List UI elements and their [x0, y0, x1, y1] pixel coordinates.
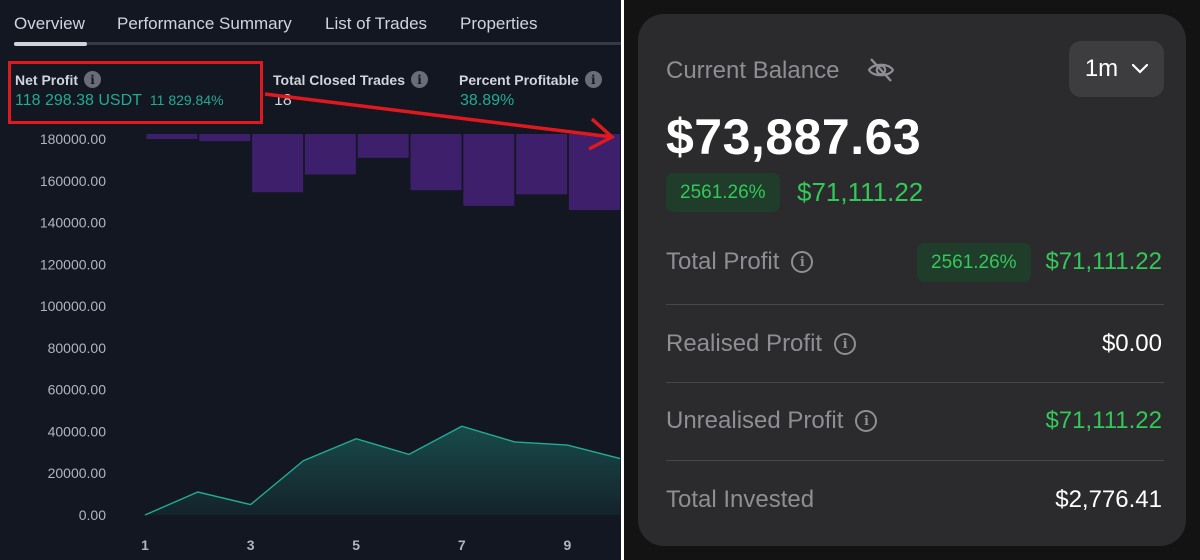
- tab-performance-summary[interactable]: Performance Summary: [117, 14, 292, 34]
- y-tick-label: 80000.00: [48, 340, 107, 356]
- total-invested-label: Total Invested: [666, 486, 815, 513]
- drawdown-bar: [410, 134, 462, 191]
- strategy-report-panel: Overview Performance Summary List of Tra…: [0, 0, 621, 560]
- total-profit-label: Total Profit i: [666, 248, 814, 276]
- realised-profit-value: $0.00: [1101, 330, 1162, 357]
- row-divider: [666, 382, 1164, 383]
- drawdown-bar: [568, 134, 620, 211]
- y-tick-label: 180000.00: [40, 131, 106, 147]
- x-tick-label: 7: [458, 537, 466, 553]
- unrealised-profit-label: Unrealised Profit i: [666, 407, 878, 435]
- report-tabs: Overview Performance Summary List of Tra…: [0, 0, 621, 47]
- balance-change-value: $71,111.22: [797, 177, 924, 207]
- total-profit-badge: 2561.26%: [917, 243, 1031, 282]
- unrealised-profit-value: $71,111.22: [1045, 407, 1162, 434]
- info-icon[interactable]: i: [411, 71, 428, 88]
- total-invested-value: $2,776.41: [1055, 486, 1162, 513]
- y-tick-label: 60000.00: [48, 382, 107, 398]
- row-divider: [666, 460, 1164, 461]
- info-icon[interactable]: i: [834, 333, 857, 355]
- current-balance-label: Current Balance: [666, 57, 840, 84]
- percent-profitable-label: Percent Profitable i: [459, 71, 602, 88]
- total-closed-trades-value: 18: [274, 92, 292, 109]
- chevron-down-icon: [1132, 64, 1149, 74]
- tabs-divider: [14, 42, 621, 45]
- tab-overview[interactable]: Overview: [14, 14, 85, 34]
- balance-screen: Current Balance 1m $73,887.63 2561.26% $…: [624, 0, 1200, 560]
- percent-profitable-value: 38.89%: [460, 92, 515, 109]
- info-icon[interactable]: i: [584, 71, 602, 88]
- info-icon[interactable]: i: [855, 410, 878, 432]
- x-tick-label: 5: [352, 537, 360, 553]
- balance-change-badge: 2561.26%: [666, 173, 780, 212]
- drawdown-bar: [516, 134, 568, 195]
- period-label: 1m: [1084, 55, 1119, 82]
- equity-area: [145, 426, 621, 515]
- eye-off-icon[interactable]: [866, 55, 896, 85]
- drawdown-bar: [304, 134, 356, 175]
- y-tick-label: 40000.00: [48, 423, 107, 439]
- tab-properties[interactable]: Properties: [460, 14, 537, 34]
- total-closed-trades-label: Total Closed Trades i: [273, 71, 428, 88]
- y-tick-label: 20000.00: [48, 465, 107, 481]
- row-divider: [666, 304, 1164, 305]
- info-icon[interactable]: i: [791, 251, 814, 273]
- tab-list-of-trades[interactable]: List of Trades: [325, 14, 427, 34]
- balance-card: Current Balance 1m $73,887.63 2561.26% $…: [638, 14, 1186, 546]
- net-profit-highlight-box: [8, 61, 263, 124]
- x-tick-label: 1: [141, 537, 149, 553]
- period-selector[interactable]: 1m: [1069, 41, 1164, 97]
- drawdown-bar: [357, 134, 409, 158]
- y-tick-label: 140000.00: [40, 215, 106, 231]
- realised-profit-label: Realised Profit i: [666, 330, 857, 358]
- equity-drawdown-chart: 180000.00160000.00140000.00120000.001000…: [40, 131, 621, 553]
- drawdown-bar: [146, 134, 198, 139]
- active-tab-indicator: [14, 42, 87, 46]
- drawdown-bar: [463, 134, 515, 206]
- y-tick-label: 100000.00: [40, 298, 106, 314]
- y-tick-label: 160000.00: [40, 173, 106, 189]
- drawdown-bar: [199, 134, 251, 142]
- y-tick-label: 120000.00: [40, 256, 106, 272]
- total-profit-value: $71,111.22: [1045, 248, 1162, 275]
- y-tick-label: 0.00: [79, 507, 106, 523]
- drawdown-bar: [252, 134, 304, 193]
- current-balance-value: $73,887.63: [666, 109, 922, 165]
- x-tick-label: 3: [247, 537, 255, 553]
- x-tick-label: 9: [564, 537, 572, 553]
